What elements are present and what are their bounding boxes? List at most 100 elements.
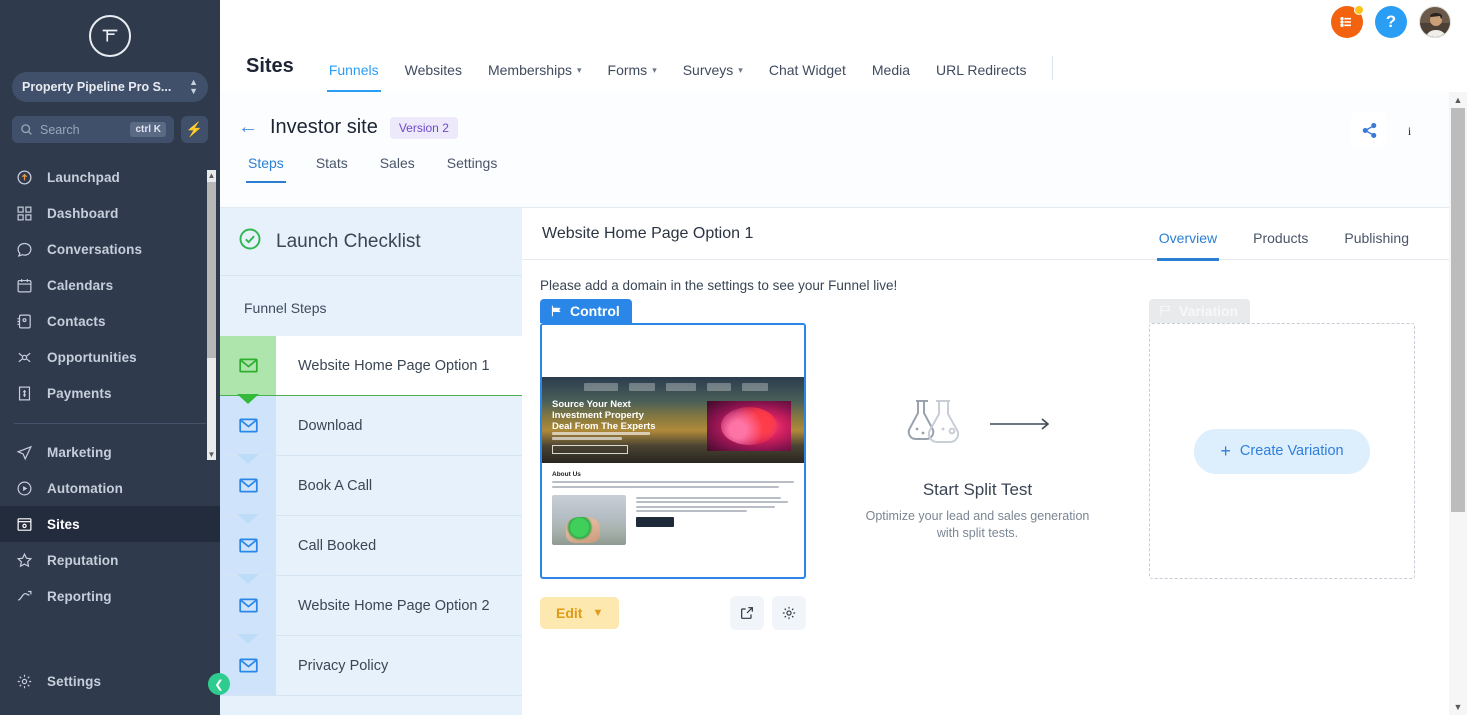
contacts-book-icon — [14, 311, 34, 331]
preview-hero: Source Your Next Investment Property Dea… — [542, 377, 804, 463]
tab-chat-widget[interactable]: Chat Widget — [756, 62, 859, 92]
funnel-tabs: Steps Stats Sales Settings — [220, 139, 1467, 183]
control-actions: Edit ▼ — [540, 596, 806, 630]
tab-websites[interactable]: Websites — [392, 62, 475, 92]
scrollbar-thumb[interactable] — [207, 182, 216, 358]
funnel-steps-panel: Launch Checklist Funnel Steps Website Ho… — [220, 208, 522, 715]
tab-sales[interactable]: Sales — [364, 155, 431, 183]
step-row-website-home-page-option-2[interactable]: Website Home Page Option 2 — [220, 576, 522, 644]
step-connector — [237, 514, 259, 524]
open-preview-button[interactable] — [730, 596, 764, 630]
preview-about-row — [552, 494, 794, 545]
edit-button[interactable]: Edit ▼ — [540, 597, 620, 629]
sidebar-item-reporting[interactable]: Reporting — [0, 578, 220, 614]
sidebar-item-opportunities[interactable]: Opportunities — [0, 339, 220, 375]
step-row-privacy-policy[interactable]: Privacy Policy — [220, 636, 522, 696]
split-test-area: Control Source Your Next Investment Prop… — [522, 293, 1449, 630]
launch-checklist-header[interactable]: Launch Checklist — [220, 208, 522, 276]
sidebar-item-reputation[interactable]: Reputation — [0, 542, 220, 578]
funnel-steps-label: Funnel Steps — [244, 300, 327, 316]
notifications-list-icon[interactable] — [1331, 5, 1364, 38]
create-variation-button[interactable]: + Create Variation — [1194, 428, 1370, 474]
sidebar-item-automation[interactable]: Automation — [0, 470, 220, 506]
preview-hero-cta — [552, 444, 628, 454]
variation-column: Variation + Create Variation — [1149, 299, 1415, 579]
tab-overview[interactable]: Overview — [1141, 230, 1235, 261]
scroll-down-arrow-icon[interactable]: ▼ — [1449, 699, 1467, 715]
tab-memberships[interactable]: Memberships ▾ — [475, 62, 595, 92]
control-preview-card[interactable]: Source Your Next Investment Property Dea… — [540, 323, 806, 579]
main-scrollbar[interactable]: ▲ ▼ — [1449, 92, 1467, 715]
sidebar-item-calendars[interactable]: Calendars — [0, 267, 220, 303]
sidebar-item-marketing[interactable]: Marketing — [0, 434, 220, 470]
step-label: Download — [298, 417, 363, 434]
tab-forms[interactable]: Forms ▾ — [595, 62, 670, 92]
sidebar-item-label: Automation — [47, 480, 123, 496]
browser-window-icon — [14, 514, 34, 534]
tab-label: Steps — [248, 155, 284, 171]
sidebar-item-conversations[interactable]: Conversations — [0, 231, 220, 267]
scroll-down-arrow-icon[interactable]: ▼ — [207, 449, 216, 460]
tab-label: Publishing — [1344, 229, 1409, 246]
variation-placeholder-card[interactable]: + Create Variation — [1149, 323, 1415, 579]
sidebar-collapse-button[interactable]: ❮ — [208, 673, 230, 695]
step-icon-box — [220, 456, 276, 515]
tab-surveys[interactable]: Surveys ▾ — [670, 62, 756, 92]
search-row: Search ctrl K ⚡ — [0, 102, 220, 143]
search-input[interactable]: Search ctrl K — [12, 116, 174, 143]
tab-steps[interactable]: Steps — [238, 155, 300, 183]
chevron-down-icon: ▾ — [652, 64, 657, 75]
sidebar-item-dashboard[interactable]: Dashboard — [0, 195, 220, 231]
domain-notice: Please add a domain in the settings to s… — [540, 278, 898, 293]
notification-badge-dot — [1354, 5, 1364, 15]
share-button[interactable] — [1351, 112, 1387, 148]
tab-products[interactable]: Products — [1235, 230, 1326, 260]
detail-header: Website Home Page Option 1 Overview Prod… — [522, 208, 1449, 261]
step-row-website-home-page-option-1[interactable]: Website Home Page Option 1 — [220, 336, 522, 404]
tab-url-redirects[interactable]: URL Redirects — [923, 62, 1040, 92]
step-row-download[interactable]: Download — [220, 396, 522, 464]
tab-media[interactable]: Media — [859, 62, 923, 92]
sidebar-item-payments[interactable]: Payments — [0, 375, 220, 411]
bolt-icon[interactable]: ⚡ — [181, 116, 208, 143]
step-icon-box — [220, 516, 276, 575]
tab-funnels[interactable]: Funnels — [316, 62, 392, 92]
step-connector — [237, 574, 259, 584]
sidebar-scrollbar[interactable]: ▲ ▼ — [207, 170, 216, 460]
info-button[interactable]: i — [1391, 112, 1427, 148]
funnel-logo-icon — [89, 15, 131, 57]
opportunities-icon — [14, 347, 34, 367]
step-detail-panel: Website Home Page Option 1 Overview Prod… — [522, 208, 1449, 715]
help-question-icon[interactable]: ? — [1375, 6, 1407, 38]
sidebar-item-sites[interactable]: Sites — [0, 506, 220, 542]
tab-label: Settings — [446, 155, 498, 171]
gear-icon — [1076, 59, 1094, 80]
step-row-book-a-call[interactable]: Book A Call — [220, 456, 522, 524]
envelope-icon — [238, 598, 258, 613]
tab-label: Memberships — [487, 62, 572, 78]
step-row-call-booked[interactable]: Call Booked — [220, 516, 522, 584]
envelope-icon — [238, 358, 258, 373]
user-avatar[interactable] — [1419, 6, 1451, 38]
tab-label: Sales — [379, 155, 415, 171]
scroll-up-arrow-icon[interactable]: ▲ — [1449, 92, 1467, 108]
agency-switcher[interactable]: Property Pipeline Pro S... ▲ ▼ — [12, 72, 208, 102]
scroll-up-arrow-icon[interactable]: ▲ — [207, 170, 216, 181]
page-settings-button[interactable] — [772, 596, 806, 630]
help-label: ? — [1385, 12, 1397, 31]
sidebar-item-settings[interactable]: Settings — [0, 663, 220, 699]
tab-settings[interactable]: Settings — [431, 155, 514, 183]
sidebar-item-launchpad[interactable]: Launchpad — [0, 159, 220, 195]
scrollbar-thumb[interactable] — [1451, 108, 1465, 512]
sites-settings-button[interactable] — [1063, 59, 1107, 92]
back-arrow-icon[interactable]: ← — [238, 116, 258, 139]
search-shortcut: ctrl K — [130, 122, 166, 137]
variation-flag-badge: Variation — [1149, 299, 1251, 323]
sidebar-item-contacts[interactable]: Contacts — [0, 303, 220, 339]
tab-publishing[interactable]: Publishing — [1326, 230, 1427, 260]
logo[interactable] — [0, 0, 220, 72]
payments-receipt-icon — [14, 383, 34, 403]
tab-label: Funnels — [328, 62, 379, 78]
step-label: Website Home Page Option 2 — [298, 597, 490, 614]
tab-stats[interactable]: Stats — [300, 155, 364, 183]
